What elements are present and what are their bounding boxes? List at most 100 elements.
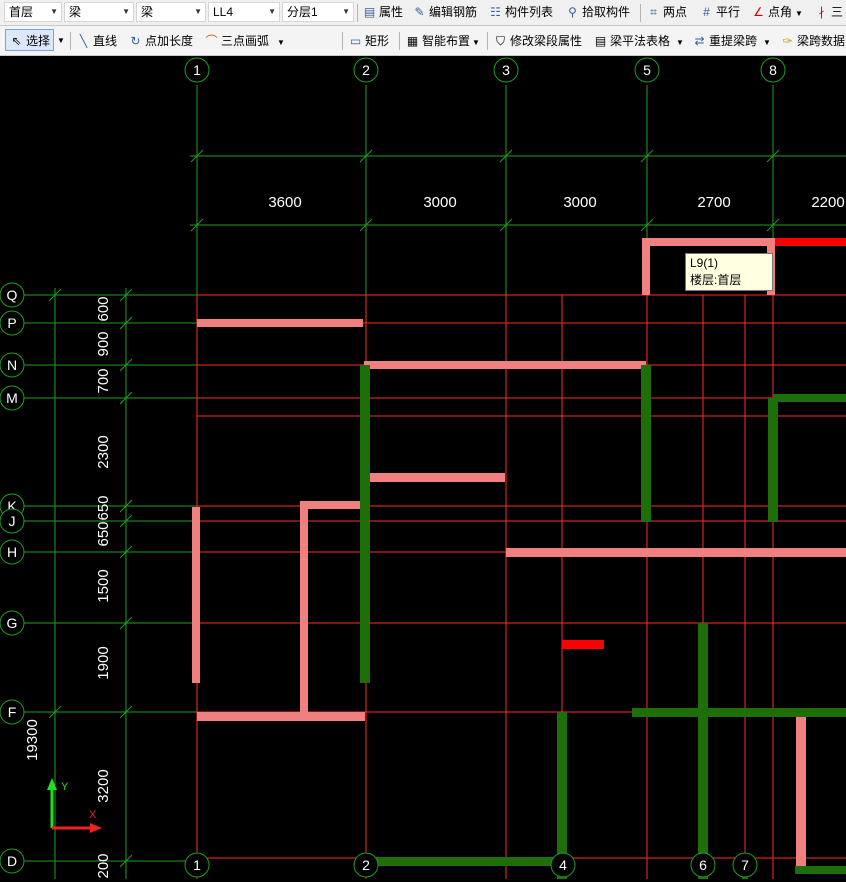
beam-segment [364, 361, 646, 369]
modify-span-props-label: 修改梁段属性 [510, 34, 583, 48]
smart-layout-button[interactable]: ▦ 智能布置 ▼ [405, 30, 480, 52]
parallel-label: 平行 [716, 5, 741, 19]
dimension-text: 2300 [95, 435, 112, 468]
edit-rebar-label: 编辑钢筋 [429, 5, 478, 19]
beam-segment [197, 319, 363, 327]
property-toolbar: 首层 ▼ 梁 ▼ 梁 ▼ LL4 ▼ 分层1 ▼ ▤ 属性 ✎ 编辑钢筋 ☷ 构件列表 ⚲ 拾取构… [0, 0, 846, 26]
three-button[interactable]: ∤ 三 [814, 1, 844, 23]
edit-rebar-button[interactable]: ✎ 编辑钢筋 [412, 1, 477, 23]
component-select[interactable]: LL4 ▼ [208, 2, 280, 22]
three-point-arc-button[interactable]: ⌒ 三点画弧 ▼ [204, 30, 284, 52]
category-select[interactable]: 梁 ▼ [64, 2, 134, 22]
type-select-value: 梁 [141, 5, 154, 19]
floor-select[interactable]: 首层 ▼ [4, 2, 62, 22]
separator [399, 32, 400, 50]
separator [357, 4, 358, 22]
chevron-down-icon: ▼ [50, 7, 58, 16]
table-icon: ▤ [594, 34, 607, 48]
dimension-text: 1500 [95, 569, 112, 602]
point-angle-button[interactable]: ∠ 点角 ▼ [751, 1, 803, 23]
two-points-icon: ⌗ [650, 5, 657, 19]
dimension-text: 900 [95, 331, 112, 356]
chevron-down-icon: ▼ [676, 38, 684, 47]
component-list-label: 构件列表 [505, 5, 554, 19]
two-points-button[interactable]: ⌗ 两点 [646, 1, 687, 23]
axis-bubble: 1 [184, 57, 210, 83]
repick-span-button[interactable]: ⇄ 重提梁跨 ▼ [692, 30, 770, 52]
pencil-icon: ✎ [414, 5, 425, 19]
smart-layout-label: 智能布置 [422, 34, 471, 48]
axis-label: P [7, 315, 16, 331]
rectangle-button[interactable]: ▭ 矩形 [348, 30, 389, 52]
axis-label: N [7, 357, 17, 373]
beam-segment [366, 857, 562, 866]
ucs-y-label: Y [61, 781, 69, 793]
dimension-text: 650 [95, 495, 112, 520]
separator [487, 32, 488, 50]
layer-select[interactable]: 分层1 ▼ [282, 2, 354, 22]
chevron-down-icon: ▼ [342, 7, 350, 16]
axis-bubble: 5 [634, 57, 660, 83]
smart-layout-icon: ▦ [406, 34, 419, 48]
grid-lines [196, 294, 846, 879]
axis-label: 7 [741, 857, 749, 873]
axis-bubble: 8 [760, 57, 786, 83]
select-button[interactable]: ⇖ 选择 [5, 29, 55, 51]
modify-span-props-button[interactable]: ⛉ 修改梁段属性 [493, 30, 582, 52]
beams-selected[interactable] [192, 238, 846, 872]
parallel-icon: # [703, 5, 710, 19]
repick-span-icon: ⇄ [694, 34, 705, 48]
beam-segment [698, 623, 708, 879]
axis-bubbles-left: Q P N M K J H G F D [0, 282, 25, 874]
dimension-text: 200 [95, 853, 112, 878]
component-tooltip: L9(1) 楼层:首层 [685, 253, 773, 291]
axis-bubble: N [0, 352, 25, 378]
beam-segment [192, 507, 200, 683]
chevron-down-icon: ▼ [268, 7, 276, 16]
layer-select-value: 分层1 [287, 5, 318, 19]
beams-red[interactable] [562, 238, 846, 649]
dimension-text: 600 [95, 296, 112, 321]
axis-label: 3 [502, 62, 510, 78]
three-label: 三 [831, 5, 844, 19]
point-length-button[interactable]: ↻ 点加长度 [128, 30, 193, 52]
component-list-button[interactable]: ☷ 构件列表 [488, 1, 553, 23]
axis-label: 4 [559, 857, 567, 873]
three-icon: ∤ [818, 5, 825, 19]
select-dropdown[interactable]: ▼ [57, 30, 65, 52]
brush-icon: ✑ [782, 34, 793, 48]
axis-label: 2 [362, 857, 370, 873]
drawing-svg[interactable]: 1 2 3 5 8 1 2 4 6 7 Q P N M K J H G F D … [0, 57, 846, 879]
parallel-button[interactable]: # 平行 [699, 1, 740, 23]
repick-span-label: 重提梁跨 [709, 34, 758, 48]
axis-label: J [9, 513, 16, 529]
dimension-text: 2700 [697, 194, 730, 211]
point-angle-label: 点角 [768, 5, 793, 19]
dimension-text: 700 [95, 368, 112, 393]
beam-segment [632, 708, 846, 717]
drawing-canvas[interactable]: 1 2 3 5 8 1 2 4 6 7 Q P N M K J H G F D … [0, 57, 846, 879]
arc-icon: ⌒ [205, 34, 218, 48]
dimension-ticks [48, 149, 780, 868]
axis-label: 6 [699, 857, 707, 873]
dimension-text: 1900 [95, 646, 112, 679]
axis-label: 8 [769, 62, 777, 78]
beam-table-button[interactable]: ▤ 梁平法表格 ▼ [593, 30, 684, 52]
beam-segment [775, 238, 846, 246]
line-button[interactable]: ╲ 直线 [76, 30, 117, 52]
chevron-down-icon: ▼ [472, 38, 480, 47]
axis-bubble: Q [0, 282, 25, 308]
type-select[interactable]: 梁 ▼ [136, 2, 206, 22]
point-angle-icon: ∠ [753, 5, 764, 19]
list-icon: ☷ [490, 5, 501, 19]
axis-bubble: 2 [353, 852, 379, 878]
pick-component-button[interactable]: ⚲ 拾取构件 [565, 1, 630, 23]
properties-button[interactable]: ▤ 属性 [362, 1, 403, 23]
axis-bubble: 1 [184, 852, 210, 878]
axis-bubble: 3 [493, 57, 519, 83]
span-data-button[interactable]: ✑ 梁跨数据 [780, 30, 845, 52]
rectangle-label: 矩形 [365, 34, 390, 48]
beam-segment [773, 394, 846, 402]
pick-component-label: 拾取构件 [582, 5, 631, 19]
beam-segment [197, 712, 365, 721]
